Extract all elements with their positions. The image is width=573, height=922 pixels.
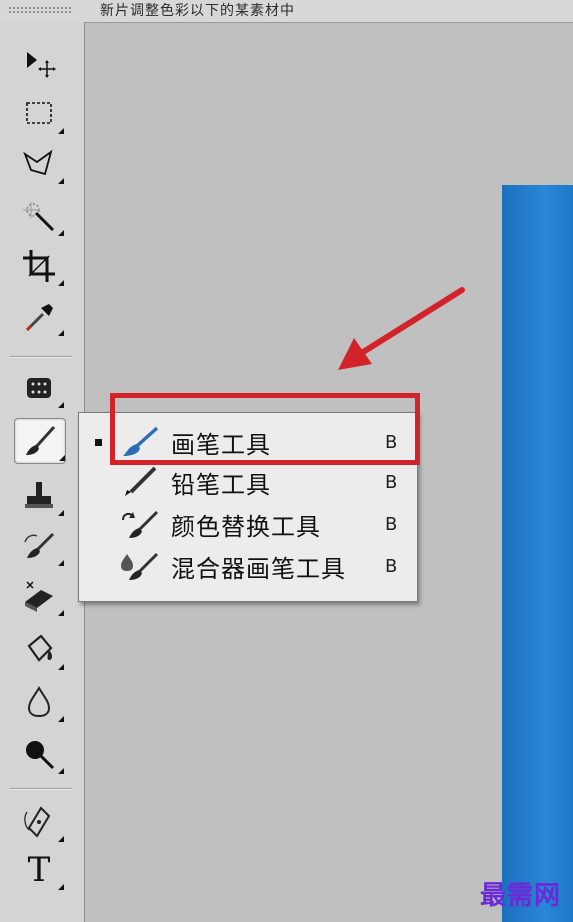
tools-panel: T [0,22,85,922]
mixer-brush-icon [121,552,159,580]
type-tool[interactable]: T [14,848,64,892]
dodge-tool[interactable] [14,732,64,776]
menu-item-label: 颜色替换工具 [171,512,321,541]
toolbar-separator [10,788,72,790]
magic-wand-icon [23,202,55,232]
pencil-icon [125,466,157,496]
selected-bullet-icon [95,438,102,446]
submenu-indicator-icon [58,178,64,184]
blur-tool[interactable] [14,680,64,724]
submenu-indicator-icon [58,716,64,722]
menu-item-pencil-tool[interactable]: 铅笔工具 B [79,461,417,503]
photoshop-workspace: 新片调整色彩以下的某素材中 T 画笔工具 B 铅笔工具 B 颜色替换工具 B 混… [0,0,573,922]
magic-wand-tool[interactable] [14,194,64,238]
submenu-indicator-icon [58,128,64,134]
watermark: 最需网 [479,881,561,911]
move-tool[interactable] [14,42,64,86]
history-brush-icon [24,532,55,558]
stamp-tool[interactable] [14,474,64,518]
document-tab[interactable]: 新片调整色彩以下的某素材中 [92,0,573,22]
pen-tool[interactable] [14,800,64,844]
move-icon [27,52,56,78]
submenu-indicator-icon [58,884,64,890]
rect-marquee-icon [26,102,52,124]
submenu-indicator-icon [58,768,64,774]
lasso-tool[interactable] [14,142,64,186]
stamp-icon [25,482,53,508]
red-arrow-annotation [338,287,465,370]
eraser-icon [25,581,53,612]
submenu-indicator-icon [58,330,64,336]
document-image[interactable] [502,185,573,922]
menu-item-shortcut: B [385,555,398,577]
crop-icon [23,250,55,282]
submenu-indicator-icon [58,230,64,236]
brush-tool[interactable] [14,418,66,464]
menu-item-color-replacement-tool[interactable]: 颜色替换工具 B [79,503,417,545]
history-brush-tool[interactable] [14,524,64,568]
color-replacement-icon [122,510,159,538]
document-tab-strip: 新片调整色彩以下的某素材中 [0,0,573,23]
paint-bucket-icon [27,634,53,662]
submenu-indicator-icon [58,510,64,516]
brush-icon [26,425,56,455]
polygon-lasso-icon [23,149,53,176]
panel-grip[interactable] [8,6,72,14]
menu-item-label: 混合器画笔工具 [171,554,346,583]
dodge-icon [26,741,55,770]
menu-item-label: 铅笔工具 [171,470,271,499]
paint-bucket-tool[interactable] [14,628,64,672]
blur-drop-icon [27,686,51,718]
submenu-indicator-icon [58,664,64,670]
submenu-indicator-icon [58,280,64,286]
highlight-annotation [110,393,420,465]
submenu-indicator-icon [58,560,64,566]
crop-tool[interactable] [14,244,64,288]
menu-item-mixer-brush-tool[interactable]: 混合器画笔工具 B [79,545,417,587]
menu-item-shortcut: B [385,471,398,493]
eyedropper-icon [25,304,53,332]
toolbar-separator [10,356,72,358]
pen-icon [24,806,51,838]
submenu-indicator-icon [58,402,64,408]
eyedropper-tool[interactable] [14,294,64,338]
submenu-indicator-icon [58,836,64,842]
healing-patch-icon [27,378,51,398]
submenu-indicator-icon [59,455,65,461]
eraser-tool[interactable] [14,574,64,618]
type-icon: T [27,850,51,890]
submenu-indicator-icon [58,610,64,616]
healing-tool[interactable] [14,366,64,410]
menu-item-shortcut: B [385,513,398,535]
marquee-tool[interactable] [14,92,64,136]
